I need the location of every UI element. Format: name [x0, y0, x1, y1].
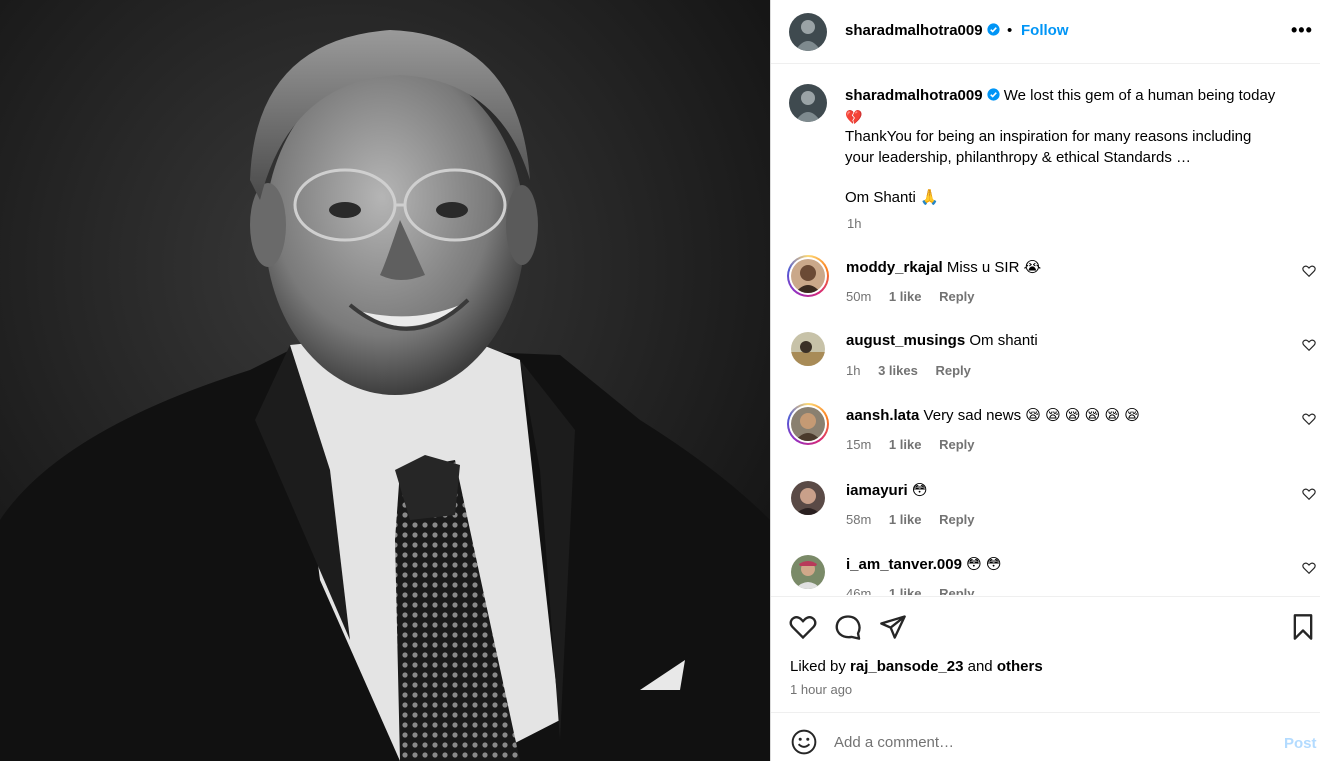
comment-text: aansh.lata Very sad news 😪 😪 😪 😪 😪 😪: [846, 407, 1140, 424]
caption-line-1: We lost this gem of a human being today: [1003, 87, 1276, 104]
reply-button[interactable]: Reply: [939, 512, 974, 527]
heart-icon[interactable]: [1302, 487, 1316, 501]
verified-badge-icon: [986, 88, 1000, 101]
comment-meta: 15m 1 like Reply: [846, 437, 988, 452]
share-icon[interactable]: [879, 613, 907, 641]
comment-time[interactable]: 50m: [846, 289, 871, 304]
comment-item: iamayuri 😳 58m 1 like Reply: [771, 463, 1320, 537]
comment-input[interactable]: [834, 727, 1254, 757]
reply-button[interactable]: Reply: [935, 363, 970, 378]
caption-line-5: Om Shanti 🙏: [845, 189, 939, 206]
heart-icon[interactable]: [1302, 412, 1316, 426]
comment-text: iamayuri 😳: [846, 482, 928, 499]
comment-time[interactable]: 1h: [846, 363, 860, 378]
comment-username[interactable]: aansh.lata: [846, 407, 919, 424]
comment-username[interactable]: august_musings: [846, 332, 965, 349]
comment-text: i_am_tanver.009 😳 😳: [846, 556, 1002, 573]
comment-meta: 50m 1 like Reply: [846, 289, 988, 304]
caption-line-3: ThankYou for being an inspiration for ma…: [845, 128, 1252, 145]
verified-badge-icon: [986, 23, 1000, 36]
comment-likes[interactable]: 1 like: [889, 586, 922, 595]
comment-item: aansh.lata Very sad news 😪 😪 😪 😪 😪 😪 15m…: [771, 388, 1320, 462]
comment-username[interactable]: i_am_tanver.009: [846, 556, 962, 573]
comment-username[interactable]: iamayuri: [846, 482, 908, 499]
portrait-photo: [0, 0, 770, 761]
commenter-avatar[interactable]: [791, 555, 825, 589]
author-avatar[interactable]: [789, 13, 827, 51]
reply-button[interactable]: Reply: [939, 289, 974, 304]
post-timestamp[interactable]: 1 hour ago: [790, 682, 852, 697]
comment-likes[interactable]: 1 like: [889, 437, 922, 452]
follow-button[interactable]: Follow: [1021, 22, 1069, 39]
post-caption: sharadmalhotra009 We lost this gem of a …: [845, 86, 1300, 209]
author-username[interactable]: sharadmalhotra009: [845, 22, 1000, 39]
story-ring[interactable]: [787, 403, 829, 445]
story-ring[interactable]: [787, 255, 829, 297]
comment-icon[interactable]: [834, 613, 862, 641]
more-options-icon[interactable]: •••: [1291, 20, 1313, 41]
caption-timestamp[interactable]: 1h: [847, 216, 861, 231]
post-button[interactable]: Post: [1284, 735, 1317, 752]
commenter-avatar[interactable]: [791, 332, 825, 366]
comment-meta: 46m 1 like Reply: [846, 586, 988, 595]
comment-likes[interactable]: 1 like: [889, 512, 922, 527]
comment-item: moddy_rkajal Miss u SIR 😭 50m 1 like Rep…: [771, 240, 1320, 314]
comment-username[interactable]: moddy_rkajal: [846, 259, 943, 276]
commenter-avatar: [791, 407, 825, 441]
heart-icon[interactable]: [1302, 561, 1316, 575]
heart-icon[interactable]: [789, 613, 817, 641]
heart-icon[interactable]: [1302, 338, 1316, 352]
add-comment-bar: Post: [771, 712, 1320, 761]
others-link[interactable]: others: [997, 658, 1043, 675]
comment-meta: 58m 1 like Reply: [846, 512, 988, 527]
comment-likes[interactable]: 1 like: [889, 289, 922, 304]
comment-meta: 1h 3 likes Reply: [846, 363, 985, 378]
comment-text: moddy_rkajal Miss u SIR 😭: [846, 259, 1042, 276]
comment-item: august_musings Om shanti 1h 3 likes Repl…: [771, 314, 1320, 388]
emoji-icon[interactable]: [791, 729, 817, 755]
commenter-avatar: [791, 259, 825, 293]
liker-username[interactable]: raj_bansode_23: [850, 658, 963, 675]
comment-time[interactable]: 46m: [846, 586, 871, 595]
likes-summary: Liked by raj_bansode_23 and others: [790, 658, 1043, 675]
caption-avatar[interactable]: [789, 84, 827, 122]
caption-line-4: your leadership, philanthropy & ethical …: [845, 148, 1192, 166]
commenter-avatar[interactable]: [791, 481, 825, 515]
post-actions: [771, 596, 1320, 654]
reply-button[interactable]: Reply: [939, 437, 974, 452]
comment-time[interactable]: 58m: [846, 512, 871, 527]
bookmark-icon[interactable]: [1289, 613, 1317, 641]
comments-list[interactable]: moddy_rkajal Miss u SIR 😭 50m 1 like Rep…: [771, 240, 1320, 595]
post-side-panel: sharadmalhotra009 • Follow ••• sharadmal…: [770, 0, 1320, 761]
post-header: sharadmalhotra009 • Follow •••: [771, 0, 1320, 64]
reply-button[interactable]: Reply: [939, 586, 974, 595]
comment-item: i_am_tanver.009 😳 😳 46m 1 like Reply: [771, 537, 1320, 595]
caption-username[interactable]: sharadmalhotra009: [845, 87, 983, 104]
heart-icon[interactable]: [1302, 264, 1316, 278]
comment-time[interactable]: 15m: [846, 437, 871, 452]
caption-line-2: 💔: [845, 108, 863, 125]
post-image: [0, 0, 770, 761]
separator-dot: •: [1007, 22, 1013, 39]
comment-likes[interactable]: 3 likes: [878, 363, 918, 378]
comment-text: august_musings Om shanti: [846, 332, 1038, 349]
